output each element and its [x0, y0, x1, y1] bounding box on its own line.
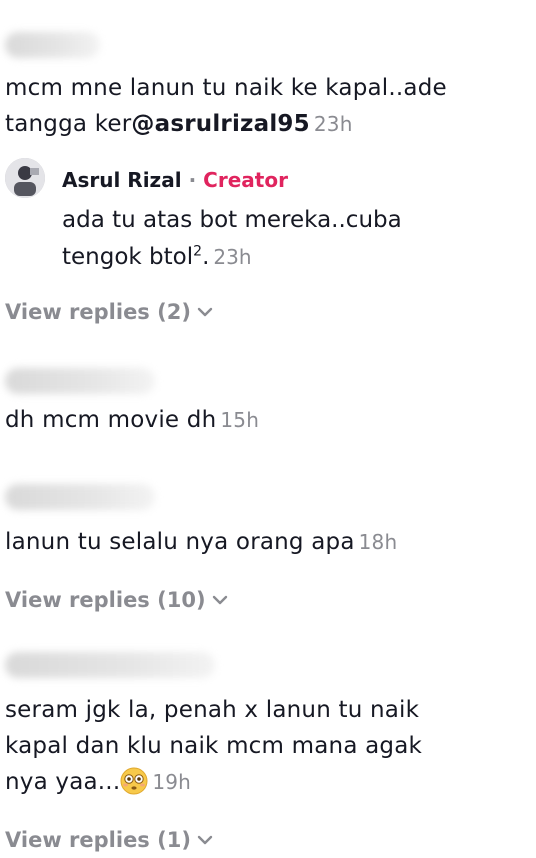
creator-badge: Creator: [203, 168, 288, 192]
reply-text: ada tu atas bot mereka..cuba tengok btol…: [62, 207, 402, 270]
comment-text: lanun tu selalu nya orang apa 18h: [5, 529, 398, 555]
view-replies-button[interactable]: View replies (2): [5, 300, 213, 324]
blurred-username: [5, 652, 215, 678]
comment-timestamp: 23h: [313, 112, 353, 136]
blurred-username: [5, 368, 155, 394]
reply-author-line: Asrul Rizal · Creator: [62, 168, 288, 192]
blurred-username: [5, 484, 155, 510]
chevron-down-icon: [212, 595, 227, 605]
mention-link[interactable]: @asrulrizal95: [131, 111, 309, 137]
comment-text: seram jgk la, penah x lanun tu naik kapa…: [5, 697, 423, 795]
avatar[interactable]: [5, 158, 45, 198]
reply-timestamp: 23h: [213, 245, 252, 269]
comment-text: mcm mne lanun tu naik ke kapal..ade tang…: [5, 75, 447, 137]
chevron-down-icon: [197, 835, 213, 845]
flushed-face-icon: [120, 767, 148, 795]
avatar-image: [5, 158, 45, 198]
separator-dot: ·: [188, 168, 197, 192]
blurred-username: [5, 32, 100, 58]
view-replies-button[interactable]: View replies (1): [5, 828, 213, 852]
comment-text: dh mcm movie dh 15h: [5, 407, 260, 433]
comment-timestamp: 18h: [358, 530, 398, 554]
view-replies-button[interactable]: View replies (10): [5, 588, 228, 612]
comment-timestamp: 19h: [152, 770, 192, 794]
superscript: 2: [193, 243, 203, 260]
comment-timestamp: 15h: [220, 408, 260, 432]
chevron-down-icon: [197, 307, 213, 317]
reply-author-name[interactable]: Asrul Rizal: [62, 168, 182, 192]
